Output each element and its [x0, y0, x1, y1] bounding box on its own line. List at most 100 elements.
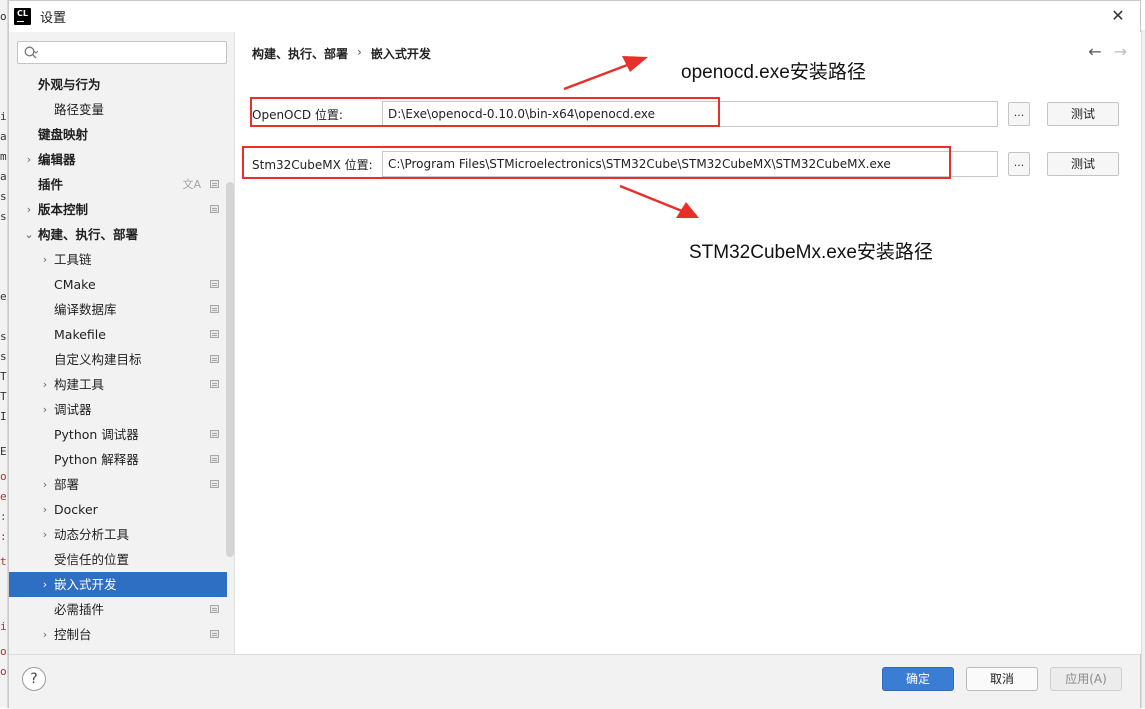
sidebar-item-label: 版本控制 [38, 202, 89, 217]
title-bar: CL 设置 ✕ [9, 1, 1140, 32]
sidebar-item[interactable]: › 部署 [9, 472, 227, 497]
sidebar-item[interactable]: › 嵌入式开发 [9, 572, 227, 597]
sidebar-item[interactable]: › Docker [9, 497, 227, 522]
sidebar-item[interactable]: 受信任的位置 [9, 547, 227, 572]
sidebar-item[interactable]: 键盘映射 [9, 122, 227, 147]
sidebar-item-label: 嵌入式开发 [54, 577, 117, 592]
sidebar-item[interactable]: Makefile [9, 322, 227, 347]
search-icon [24, 46, 39, 59]
sidebar-item[interactable]: Python 解释器 [9, 447, 227, 472]
sidebar-item-label: 控制台 [54, 627, 92, 642]
sidebar-item[interactable]: CMake [9, 272, 227, 297]
sidebar-item[interactable]: › 构建工具 [9, 372, 227, 397]
sidebar-item-label: 必需插件 [54, 602, 105, 617]
chevron-right-icon[interactable]: › [39, 372, 51, 397]
project-scope-icon [210, 480, 219, 488]
openocd-highlight-box [250, 97, 720, 127]
history-nav: ← → [1088, 42, 1127, 61]
settings-sidebar: 外观与行为 路径变量 键盘映射 › 编辑器 插件 文A › 版本控制 ⌄ 构建、执行、部署 › 工具链 C… [9, 32, 235, 654]
sidebar-item[interactable]: 自定义构建目标 [9, 347, 227, 372]
sidebar-item[interactable]: 必需插件 [9, 597, 227, 622]
chevron-right-icon[interactable]: › [39, 522, 51, 547]
sidebar-item[interactable]: 路径变量 [9, 97, 227, 122]
sidebar-item-label: 构建工具 [54, 377, 105, 392]
sidebar-item-label: 调试器 [54, 402, 92, 417]
cubemx-annotation-text: STM32CubeMx.exe安装路径 [689, 242, 933, 263]
sidebar-item[interactable]: 插件 文A [9, 172, 227, 197]
forward-arrow-icon[interactable]: → [1114, 42, 1127, 61]
cancel-button[interactable]: 取消 [966, 667, 1038, 691]
window-title: 设置 [40, 11, 67, 26]
background-ide-right-edge [1141, 30, 1145, 708]
sidebar-item-label: CMake [54, 277, 96, 292]
chevron-right-icon[interactable]: › [39, 572, 51, 597]
chevron-down-icon[interactable]: ⌄ [23, 222, 35, 247]
background-ide-edge: oia mas ses sTT IE oe :: ti oo [0, 0, 8, 708]
ok-button[interactable]: 确定 [882, 667, 954, 691]
project-scope-icon [210, 180, 219, 188]
chevron-right-icon[interactable]: › [39, 397, 51, 422]
chevron-right-icon[interactable]: › [23, 197, 35, 222]
breadcrumb: 构建、执行、部署 › 嵌入式开发 [252, 45, 431, 62]
sidebar-item[interactable]: › 调试器 [9, 397, 227, 422]
sidebar-item-label: 路径变量 [54, 102, 105, 117]
project-scope-icon [210, 205, 219, 213]
openocd-browse-button[interactable]: ... [1008, 102, 1030, 126]
sidebar-item-label: Docker [54, 502, 98, 517]
cubemx-test-button[interactable]: 测试 [1047, 152, 1119, 176]
sidebar-scrollbar[interactable] [226, 182, 234, 557]
sidebar-item[interactable]: 编译数据库 [9, 297, 227, 322]
sidebar-item-label: Makefile [54, 327, 106, 342]
sidebar-item[interactable]: › 编辑器 [9, 147, 227, 172]
sidebar-item-label: 受信任的位置 [54, 552, 130, 567]
openocd-annotation-text: openocd.exe安装路径 [681, 62, 866, 83]
project-scope-icon [210, 605, 219, 613]
sidebar-item[interactable]: › 动态分析工具 [9, 522, 227, 547]
back-arrow-icon[interactable]: ← [1088, 42, 1101, 61]
sidebar-item[interactable]: › 控制台 [9, 622, 227, 647]
project-scope-icon [210, 430, 219, 438]
sidebar-item-label: 键盘映射 [38, 127, 89, 142]
sidebar-item-label: 自定义构建目标 [54, 352, 142, 367]
sidebar-item[interactable]: Python 调试器 [9, 422, 227, 447]
sidebar-item-label: 外观与行为 [38, 77, 101, 92]
sidebar-item-label: 编译数据库 [54, 302, 117, 317]
sidebar-item-label: 编辑器 [38, 152, 76, 167]
apply-button[interactable]: 应用(A) [1050, 667, 1122, 691]
openocd-test-button[interactable]: 测试 [1047, 102, 1119, 126]
sidebar-item[interactable]: ⌄ 构建、执行、部署 [9, 222, 227, 247]
breadcrumb-separator: › [357, 45, 362, 59]
close-icon[interactable]: ✕ [1108, 6, 1128, 26]
settings-tree: 外观与行为 路径变量 键盘映射 › 编辑器 插件 文A › 版本控制 ⌄ 构建、执行、部署 › 工具链 C… [9, 72, 227, 647]
project-scope-icon [210, 330, 219, 338]
project-scope-icon [210, 280, 219, 288]
sidebar-item-label: 工具链 [54, 252, 92, 267]
translate-icon: 文A [182, 178, 201, 191]
sidebar-item[interactable]: 外观与行为 [9, 72, 227, 97]
sidebar-item-label: 部署 [54, 477, 80, 492]
help-button[interactable]: ? [22, 667, 46, 691]
project-scope-icon [210, 305, 219, 313]
project-scope-icon [210, 355, 219, 363]
sidebar-item-label: Python 调试器 [54, 427, 139, 442]
chevron-right-icon[interactable]: › [39, 622, 51, 647]
sidebar-item-label: 动态分析工具 [54, 527, 130, 542]
project-scope-icon [210, 380, 219, 388]
sidebar-item[interactable]: › 版本控制 [9, 197, 227, 222]
project-scope-icon [210, 630, 219, 638]
sidebar-item-label: 插件 [38, 177, 64, 192]
chevron-right-icon[interactable]: › [39, 497, 51, 522]
dialog-footer: ? 确定 取消 应用(A) [9, 654, 1140, 709]
search-input[interactable] [17, 41, 227, 64]
sidebar-item[interactable]: › 工具链 [9, 247, 227, 272]
chevron-right-icon[interactable]: › [39, 472, 51, 497]
app-logo-icon: CL [14, 8, 31, 25]
chevron-right-icon[interactable]: › [23, 147, 35, 172]
chevron-right-icon[interactable]: › [39, 247, 51, 272]
sidebar-item-label: 构建、执行、部署 [38, 227, 139, 242]
cubemx-highlight-box [242, 146, 951, 179]
cubemx-browse-button[interactable]: ... [1008, 152, 1030, 176]
breadcrumb-current: 嵌入式开发 [370, 47, 431, 61]
breadcrumb-parent[interactable]: 构建、执行、部署 [252, 45, 348, 62]
project-scope-icon [210, 455, 219, 463]
